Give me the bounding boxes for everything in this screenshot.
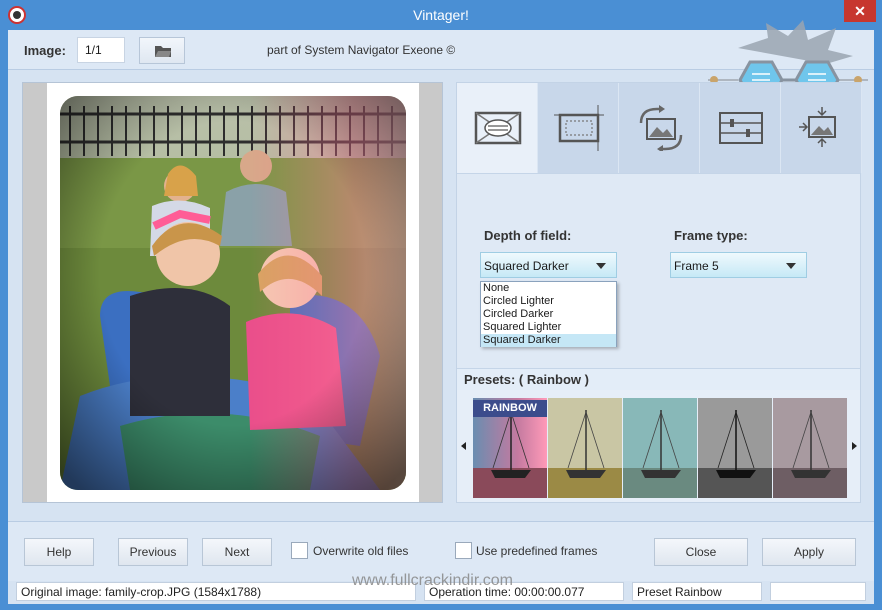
- depth-of-field-dropdown: None Circled Lighter Circled Darker Squa…: [480, 281, 617, 347]
- tab-frame[interactable]: [538, 83, 619, 173]
- tagline: part of System Navigator Exeone ©: [267, 43, 456, 57]
- vignette-icon: [474, 111, 522, 145]
- presets-strip: RAINBOW: [457, 390, 860, 502]
- settings-panel: Depth of field: Frame type: Squared Dark…: [456, 82, 862, 503]
- depth-of-field-label: Depth of field:: [484, 228, 572, 243]
- dropdown-option[interactable]: Squared Lighter: [481, 321, 616, 334]
- tab-adjust[interactable]: [700, 83, 781, 173]
- image-index-field[interactable]: 1/1: [77, 37, 125, 63]
- chevron-down-icon: [596, 263, 606, 269]
- next-button[interactable]: Next: [202, 538, 272, 566]
- adjust-sliders-icon: [719, 112, 763, 144]
- dropdown-option[interactable]: Circled Darker: [481, 308, 616, 321]
- preset-thumb-muted[interactable]: [773, 398, 847, 498]
- scroll-right-icon[interactable]: [852, 442, 857, 450]
- chevron-down-icon: [786, 263, 796, 269]
- close-button[interactable]: Close: [654, 538, 748, 566]
- help-button[interactable]: Help: [24, 538, 94, 566]
- preset-thumb-sepia[interactable]: [548, 398, 622, 498]
- tool-tabs: [457, 83, 862, 173]
- apply-button[interactable]: Apply: [762, 538, 856, 566]
- dropdown-option[interactable]: Circled Lighter: [481, 295, 616, 308]
- dropdown-option[interactable]: None: [481, 282, 616, 295]
- resize-image-icon: [799, 107, 836, 147]
- depth-of-field-select[interactable]: Squared Darker: [480, 252, 617, 278]
- tab-rotate[interactable]: [619, 83, 700, 173]
- status-empty: [770, 582, 866, 601]
- overwrite-checkbox[interactable]: [291, 542, 308, 559]
- preset-thumb-grayscale[interactable]: [698, 398, 772, 498]
- crop-frame-icon: [554, 105, 604, 151]
- frame-type-label: Frame type:: [674, 228, 748, 243]
- preset-thumb-teal[interactable]: [623, 398, 697, 498]
- scroll-left-icon[interactable]: [461, 442, 466, 450]
- preset-thumb-rainbow[interactable]: RAINBOW: [473, 398, 547, 498]
- preview-photo: [60, 96, 406, 490]
- image-label: Image:: [24, 43, 66, 58]
- rotate-image-icon: [639, 105, 683, 151]
- presets-label: Presets: ( Rainbow ): [464, 372, 589, 387]
- photo-frame: [47, 83, 419, 502]
- open-folder-button[interactable]: [139, 37, 185, 64]
- previous-button[interactable]: Previous: [118, 538, 188, 566]
- overwrite-label: Overwrite old files: [313, 544, 409, 558]
- tab-vignette[interactable]: [457, 83, 538, 173]
- options-section: Depth of field: Frame type: Squared Dark…: [457, 173, 860, 369]
- tab-resize[interactable]: [781, 83, 862, 173]
- watermark-text: www.fullcrackindir.com: [352, 572, 513, 589]
- frame-type-value: Frame 5: [674, 259, 719, 273]
- predefined-frames-checkbox[interactable]: [455, 542, 472, 559]
- frame-type-select[interactable]: Frame 5: [670, 252, 807, 278]
- predefined-frames-label: Use predefined frames: [476, 544, 598, 558]
- status-preset: Preset Rainbow: [632, 582, 762, 601]
- folder-open-icon: [155, 46, 171, 57]
- depth-of-field-value: Squared Darker: [484, 259, 569, 273]
- image-preview-area: [22, 82, 443, 503]
- preset-name: RAINBOW: [473, 400, 547, 417]
- dropdown-option-selected[interactable]: Squared Darker: [481, 334, 616, 347]
